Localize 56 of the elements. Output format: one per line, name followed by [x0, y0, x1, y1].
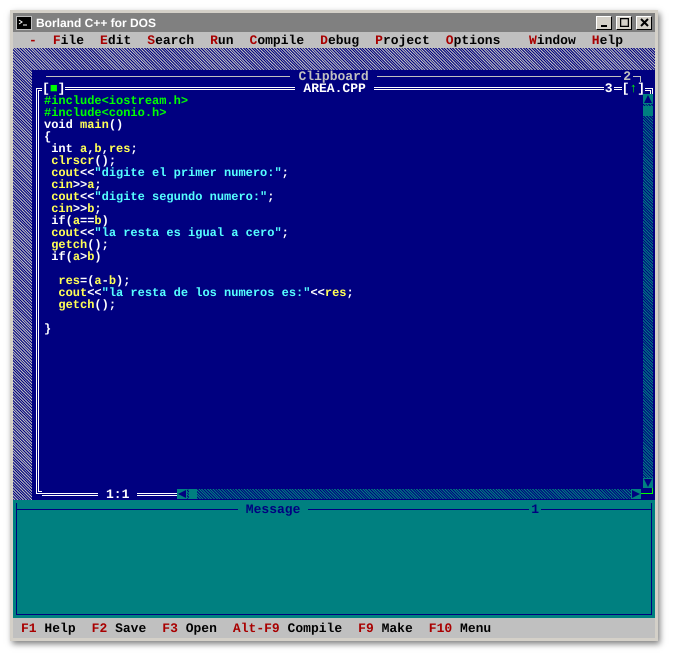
close-icon [640, 18, 648, 27]
function-key-hint[interactable]: F10 Menu [428, 622, 492, 634]
function-key-hint[interactable]: F2 Save [92, 622, 146, 634]
window-number: 3 [604, 82, 614, 94]
close-box[interactable]: [■] [42, 82, 66, 94]
code-line: if(a>b) [50, 250, 102, 264]
maximize-button[interactable] [616, 16, 632, 30]
code-line: getch(); [50, 238, 109, 252]
window-title: Message [244, 503, 302, 516]
close-button[interactable] [636, 16, 652, 30]
code-line: cout<<"la resta de los numeros es:"<<res; [57, 286, 354, 300]
code-line: cout<<"digite el primer numero:"; [50, 166, 289, 180]
code-line: #include<conio.h> [44, 106, 166, 120]
menu-item[interactable]: Project [367, 34, 438, 46]
code-line: #include<iostream.h> [44, 94, 188, 108]
minimize-icon [601, 24, 607, 26]
code-line: cin>>b; [50, 202, 102, 216]
code-line: res=(a-b); [57, 274, 130, 288]
menu-item[interactable]: Debug [312, 34, 368, 46]
zoom-box[interactable]: [↑] [622, 82, 646, 94]
menu-item[interactable]: - [21, 34, 45, 46]
code-line: getch(); [57, 298, 116, 312]
function-key-hint[interactable]: Alt-F9 Compile [232, 622, 342, 634]
code-line: } [44, 322, 52, 336]
function-key-hint[interactable]: F9 Make [358, 622, 413, 634]
menu-item[interactable]: File [44, 34, 92, 46]
code-line: cout<<"digite segundo numero:"; [50, 190, 274, 204]
horizontal-scrollbar[interactable] [177, 489, 641, 499]
menu-item[interactable]: Help [584, 34, 631, 46]
function-key-hint[interactable]: F3 Open [162, 622, 217, 634]
console-icon [16, 16, 32, 30]
scroll-thumb[interactable] [189, 489, 198, 499]
maximize-icon [620, 18, 628, 27]
menu-item[interactable]: Window [520, 34, 584, 46]
window-title: AREA.CPP [303, 82, 366, 94]
code-line: void main() [44, 118, 124, 132]
code-line: int a,b,res; [50, 142, 138, 156]
scroll-thumb[interactable] [643, 106, 653, 116]
code-line: clrscr(); [50, 154, 116, 168]
function-key-hint[interactable]: F1 Help [21, 622, 76, 634]
window-number: 2 [622, 70, 632, 82]
window-number: 1 [530, 503, 540, 516]
menu-item[interactable]: Search [139, 34, 202, 46]
code-line: { [44, 130, 52, 144]
minimize-button[interactable] [596, 16, 612, 30]
menu-item[interactable]: Compile [242, 34, 312, 46]
code-line: cout<<"la resta es igual a cero"; [50, 226, 289, 240]
vertical-scrollbar[interactable] [643, 94, 653, 488]
window-title: Clipboard [297, 70, 370, 82]
cursor-position: 1:1 [105, 488, 130, 500]
code-line: if(a==b) [50, 214, 109, 228]
menu-item[interactable]: Run [202, 34, 242, 46]
menu-item[interactable]: Edit [92, 34, 140, 46]
window-title: Borland C++ for DOS [36, 14, 158, 32]
menu-item[interactable]: Options [438, 34, 508, 46]
code-line: cin>>a; [50, 178, 102, 192]
